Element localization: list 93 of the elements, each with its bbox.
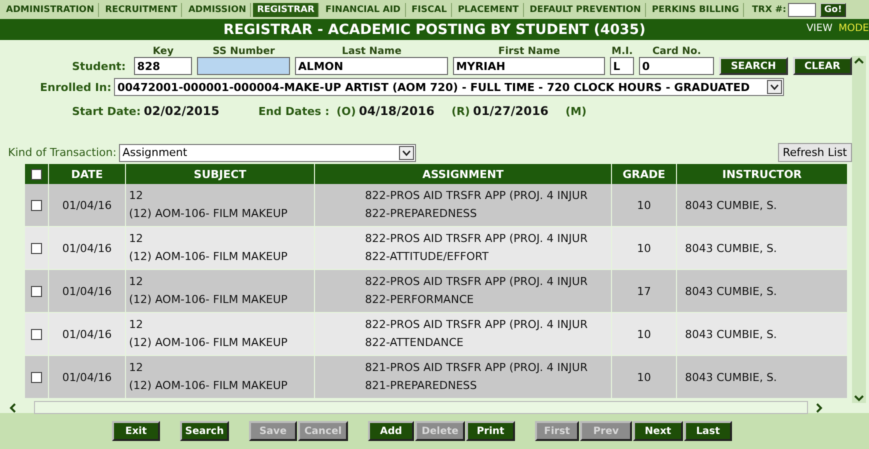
student-field[interactable] <box>197 57 290 75</box>
scroll-down-icon[interactable] <box>854 393 864 403</box>
table-cell: 01/04/16 <box>49 227 125 269</box>
footer-button[interactable]: Last <box>684 421 732 441</box>
student-field[interactable]: MYRIAH <box>453 57 606 75</box>
vertical-scrollbar[interactable] <box>852 56 866 403</box>
nav-tab[interactable]: REGISTRAR <box>253 2 320 16</box>
field-heading: Card No. <box>651 46 702 57</box>
footer-button[interactable]: Add <box>368 421 414 441</box>
column-header: ASSIGNMENT <box>315 164 611 184</box>
checkbox[interactable] <box>31 372 42 382</box>
end-date: 01/27/2016 <box>472 104 549 118</box>
scroll-right-icon[interactable] <box>814 402 824 412</box>
transaction-select[interactable]: Assignment <box>119 144 416 162</box>
table-cell: 12 (12) AOM-106- FILM MAKEUP <box>126 313 314 355</box>
refresh-list-button[interactable]: Refresh List <box>778 143 852 162</box>
table-cell: 8043 CUMBIE, S. <box>677 313 847 355</box>
nav-tab[interactable]: DEFAULT PREVENTION <box>526 2 646 16</box>
table-cell: 10 <box>612 184 676 226</box>
table-cell: 8043 CUMBIE, S. <box>677 184 847 226</box>
footer-button[interactable]: Next <box>633 421 683 441</box>
footer-button[interactable]: Search <box>180 421 229 441</box>
scrollbar-thumb[interactable] <box>34 401 808 414</box>
nav-tab[interactable]: RECRUITMENT <box>101 2 182 16</box>
field-heading: SS Number <box>212 46 276 57</box>
nav-tab[interactable]: PERKINS BILLING <box>648 2 744 16</box>
checkbox[interactable] <box>31 286 42 296</box>
table-cell: 12 (12) AOM-106- FILM MAKEUP <box>126 270 314 312</box>
table-cell: 17 <box>612 270 676 312</box>
footer-button[interactable]: Exit <box>112 421 160 441</box>
footer-button[interactable]: Print <box>466 421 515 441</box>
page-title: REGISTRAR - ACADEMIC POSTING BY STUDENT (4035) <box>223 22 646 38</box>
trx-field[interactable] <box>788 2 816 16</box>
view-link[interactable]: VIEW <box>806 23 832 34</box>
table-cell: 01/04/16 <box>49 270 125 312</box>
checkbox[interactable] <box>31 168 42 180</box>
table-cell: 12 (12) AOM-106- FILM MAKEUP <box>126 227 314 269</box>
table-cell: 01/04/16 <box>49 313 125 355</box>
nav-tab[interactable]: PLACEMENT <box>454 2 524 16</box>
clear-button[interactable]: CLEAR <box>792 57 852 75</box>
trx-label: TRX #: <box>752 4 786 14</box>
scroll-left-icon[interactable] <box>8 402 18 412</box>
transaction-label: Kind of Transaction: <box>8 146 116 159</box>
start-date: 02/02/2015 <box>144 104 220 118</box>
nav-tab[interactable]: ADMINISTRATION <box>2 2 100 16</box>
table-cell: 822-PROS AID TRSFR APP (PROJ. 4 INJUR 822-PREPAREDNESS <box>315 184 611 226</box>
go-button[interactable]: Go! <box>820 2 846 16</box>
table-cell: 10 <box>612 313 676 355</box>
column-header: GRADE <box>612 164 676 184</box>
end-dates-label: End Dates : <box>258 104 330 118</box>
end-date-type: (R) <box>451 104 470 118</box>
enrolled-select[interactable]: 00472001-000001-000004-MAKE-UP ARTIST (AOM 720) - FULL TIME - 720 CLOCK HOURS - GRADUATED <box>114 78 784 96</box>
table-cell: 01/04/16 <box>49 184 125 226</box>
table-cell: 822-PROS AID TRSFR APP (PROJ. 4 INJUR 822-ATTITUDE/EFFORT <box>315 227 611 269</box>
checkbox[interactable] <box>31 242 42 254</box>
student-field[interactable]: 0 <box>639 57 714 75</box>
student-label: Student: <box>72 60 127 72</box>
table-cell: 12 (12) AOM-106- FILM MAKEUP <box>126 356 314 398</box>
nav-tab[interactable]: ADMISSION <box>184 2 252 16</box>
field-heading: First Name <box>497 46 562 57</box>
table-cell: 10 <box>612 356 676 398</box>
table-cell: 821-PROS AID TRSFR APP (PROJ. 4 INJUR 821-PREPAREDNESS <box>315 356 611 398</box>
end-date-type: (M) <box>566 104 587 118</box>
table-cell: 8043 CUMBIE, S. <box>677 227 847 269</box>
nav-tab[interactable]: FINANCIAL AID <box>321 2 406 16</box>
view-link[interactable]: MODE <box>838 23 869 34</box>
search-button[interactable]: SEARCH <box>719 57 788 75</box>
checkbox[interactable] <box>31 200 42 210</box>
field-heading: Key <box>152 46 175 57</box>
dropdown-icon <box>767 80 782 94</box>
column-header: SUBJECT <box>126 164 314 184</box>
column-header: INSTRUCTOR <box>677 164 847 184</box>
start-date-label: Start Date: <box>72 104 141 118</box>
student-field[interactable]: ALMON <box>295 57 448 75</box>
end-date: 04/18/2016 <box>358 104 434 118</box>
table-cell: 10 <box>612 227 676 269</box>
table-cell: 822-PROS AID TRSFR APP (PROJ. 4 INJUR 822-ATTENDANCE <box>315 313 611 355</box>
table-cell: 8043 CUMBIE, S. <box>677 270 847 312</box>
student-field[interactable]: 828 <box>134 57 192 75</box>
table-cell: 822-PROS AID TRSFR APP (PROJ. 4 INJUR 822-PERFORMANCE <box>315 270 611 312</box>
field-heading: Last Name <box>340 46 402 57</box>
dropdown-icon <box>399 146 414 160</box>
checkbox[interactable] <box>31 328 42 340</box>
student-field[interactable]: L <box>610 57 634 75</box>
scroll-up-icon[interactable] <box>854 56 864 66</box>
enrolled-label: Enrolled In: <box>40 80 112 94</box>
field-heading: M.I. <box>610 46 634 57</box>
table-cell: 8043 CUMBIE, S. <box>677 356 847 398</box>
end-date-type: (O) <box>336 104 356 118</box>
table-cell: 01/04/16 <box>49 356 125 398</box>
column-header: DATE <box>49 164 125 184</box>
table-cell: 12 (12) AOM-106- FILM MAKEUP <box>126 184 314 226</box>
nav-tab[interactable]: FISCAL <box>408 2 452 16</box>
